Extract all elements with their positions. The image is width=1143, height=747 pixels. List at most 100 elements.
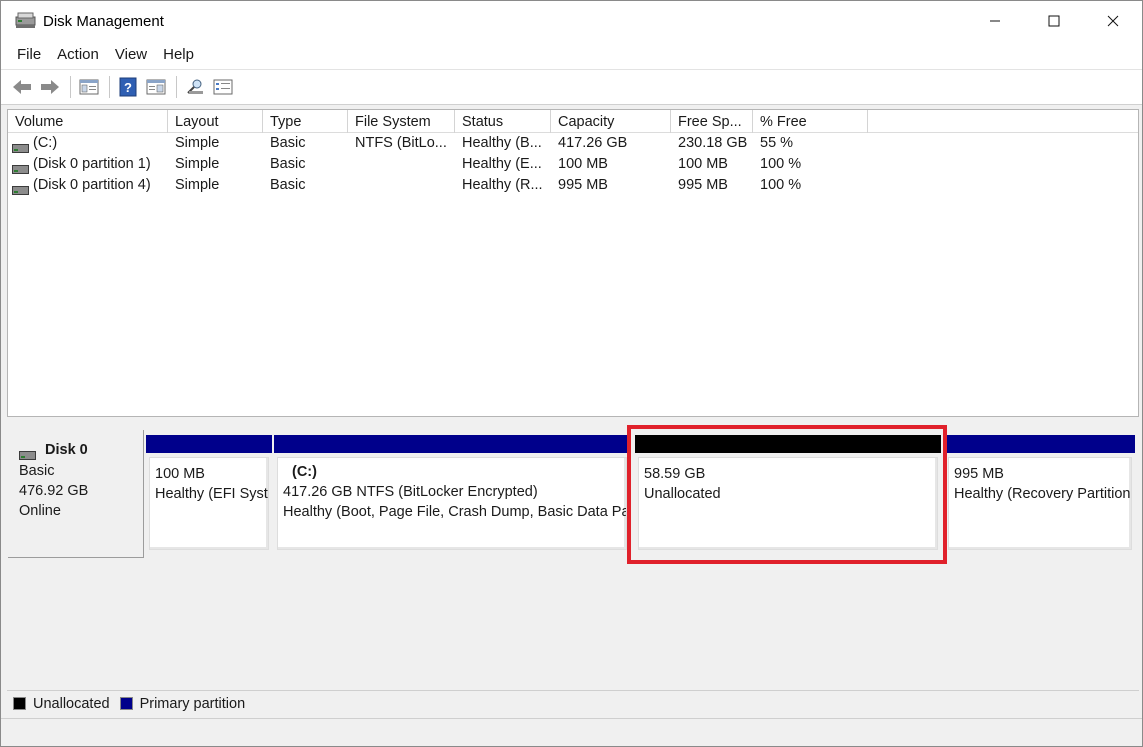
help-button[interactable]: ? bbox=[115, 74, 141, 100]
status-cell: Healthy (R... bbox=[462, 177, 543, 193]
forward-button[interactable] bbox=[37, 74, 63, 100]
percent-free-cell: 100 % bbox=[760, 177, 802, 193]
partition-c[interactable]: (C:) 417.26 GB NTFS (BitLocker Encrypted… bbox=[274, 435, 630, 553]
type-cell: Basic bbox=[270, 156, 306, 172]
file-system-cell bbox=[348, 175, 455, 196]
maximize-button[interactable] bbox=[1024, 1, 1083, 41]
free-space-cell: 100 MB bbox=[678, 156, 728, 172]
partition-primary-bar bbox=[146, 435, 272, 453]
toolbar-separator bbox=[70, 76, 71, 98]
legend: Unallocated Primary partition bbox=[7, 690, 1139, 716]
menu-view[interactable]: View bbox=[107, 41, 155, 69]
legend-label-unallocated: Unallocated bbox=[33, 695, 110, 712]
volume-row[interactable]: (Disk 0 partition 4) Simple Basic Health… bbox=[8, 175, 1138, 196]
partition-primary-bar bbox=[274, 435, 630, 453]
partition-body: (C:) 417.26 GB NTFS (BitLocker Encrypted… bbox=[277, 457, 627, 550]
svg-text:?: ? bbox=[124, 80, 132, 95]
partition-body: 58.59 GB Unallocated bbox=[638, 457, 938, 550]
help-icon: ? bbox=[119, 77, 137, 97]
menu-action[interactable]: Action bbox=[49, 41, 107, 69]
layout-cell: Simple bbox=[175, 135, 220, 151]
layout-cell: Simple bbox=[175, 177, 220, 193]
rescan-disks-button[interactable] bbox=[182, 74, 208, 100]
properties-button[interactable] bbox=[143, 74, 169, 100]
type-cell: Basic bbox=[270, 177, 306, 193]
column-header-file-system[interactable]: File System bbox=[348, 110, 455, 133]
menu-file[interactable]: File bbox=[9, 41, 49, 69]
free-space-cell: 230.18 GB bbox=[678, 135, 748, 151]
menu-bar: File Action View Help bbox=[1, 41, 1142, 69]
disk-0-label[interactable]: Disk 0 Basic 476.92 GB Online bbox=[8, 430, 144, 558]
rescan-icon bbox=[187, 79, 203, 94]
volume-cell: (Disk 0 partition 4) bbox=[8, 175, 168, 196]
capacity-cell: 995 MB bbox=[558, 177, 608, 193]
column-header-percent-free[interactable]: % Free bbox=[753, 110, 868, 133]
column-header-layout[interactable]: Layout bbox=[168, 110, 263, 133]
file-system-cell bbox=[348, 154, 455, 175]
pane-splitter[interactable] bbox=[1, 417, 1142, 425]
partition-status: Healthy (EFI Syst bbox=[155, 486, 268, 502]
status-bar bbox=[1, 718, 1142, 746]
partition-size: 100 MB bbox=[155, 466, 205, 482]
volume-list-header: Volume Layout Type File System Status Ca… bbox=[8, 110, 1138, 133]
drive-icon bbox=[12, 139, 29, 153]
partition-size: 417.26 GB NTFS (BitLocker Encrypted) bbox=[283, 484, 538, 500]
properties-icon bbox=[146, 79, 166, 95]
disk-name-row: Disk 0 bbox=[19, 440, 143, 460]
column-header-free-space[interactable]: Free Sp... bbox=[671, 110, 753, 133]
legend-swatch-primary bbox=[119, 697, 133, 710]
disk-state: Online bbox=[19, 503, 61, 519]
volume-name: (Disk 0 partition 1) bbox=[33, 156, 151, 172]
partition-status: Healthy (Boot, Page File, Crash Dump, Ba… bbox=[283, 504, 627, 520]
disk-type: Basic bbox=[19, 463, 55, 479]
toolbar-separator bbox=[176, 76, 177, 98]
partition-name: (C:) bbox=[292, 464, 317, 480]
volume-row[interactable]: (Disk 0 partition 1) Simple Basic Health… bbox=[8, 154, 1138, 175]
title-bar: Disk Management bbox=[1, 1, 1142, 41]
partition-status: Unallocated bbox=[644, 486, 721, 502]
capacity-cell: 417.26 GB bbox=[558, 135, 628, 151]
partition-size: 58.59 GB bbox=[644, 466, 706, 482]
menu-help[interactable]: Help bbox=[155, 41, 202, 69]
partition-recovery[interactable]: 995 MB Healthy (Recovery Partition bbox=[945, 435, 1135, 553]
drive-icon bbox=[12, 181, 29, 195]
window-title: Disk Management bbox=[43, 12, 164, 30]
volume-cell: (Disk 0 partition 1) bbox=[8, 154, 168, 175]
settings-icon bbox=[213, 79, 233, 95]
free-space-cell: 995 MB bbox=[678, 177, 728, 193]
window-controls bbox=[965, 1, 1142, 41]
drive-icon bbox=[12, 160, 29, 174]
disk-management-window: Disk Management File Action View Help ? … bbox=[0, 0, 1143, 747]
column-header-status[interactable]: Status bbox=[455, 110, 551, 133]
file-system-cell: NTFS (BitLo... bbox=[355, 135, 447, 151]
status-cell: Healthy (B... bbox=[462, 135, 542, 151]
show-hide-console-tree-button[interactable] bbox=[76, 74, 102, 100]
close-button[interactable] bbox=[1083, 1, 1142, 41]
console-tree-icon bbox=[79, 79, 99, 95]
partition-efi[interactable]: 100 MB Healthy (EFI Syst bbox=[146, 435, 272, 553]
volume-name: (C:) bbox=[33, 135, 58, 151]
column-header-volume[interactable]: Volume bbox=[8, 110, 168, 133]
type-cell: Basic bbox=[270, 135, 306, 151]
settings-button[interactable] bbox=[210, 74, 236, 100]
disk-icon bbox=[19, 446, 36, 460]
volume-row[interactable]: (C:) Simple Basic NTFS (BitLo... Healthy… bbox=[8, 133, 1138, 154]
volume-list[interactable]: Volume Layout Type File System Status Ca… bbox=[7, 109, 1139, 417]
partition-unallocated[interactable]: 58.59 GB Unallocated bbox=[635, 435, 941, 553]
disk-size: 476.92 GB bbox=[19, 483, 89, 499]
back-button[interactable] bbox=[9, 74, 35, 100]
percent-free-cell: 100 % bbox=[760, 156, 802, 172]
disk-map: Disk 0 Basic 476.92 GB Online 100 MB Hea… bbox=[7, 425, 1139, 690]
legend-swatch-unallocated bbox=[13, 697, 26, 710]
volume-cell: (C:) bbox=[8, 133, 168, 154]
partition-size: 995 MB bbox=[954, 466, 1004, 482]
column-header-capacity[interactable]: Capacity bbox=[551, 110, 671, 133]
partition-body: 100 MB Healthy (EFI Syst bbox=[149, 457, 269, 550]
minimize-button[interactable] bbox=[965, 1, 1024, 41]
volume-name: (Disk 0 partition 4) bbox=[33, 177, 151, 193]
column-header-type[interactable]: Type bbox=[263, 110, 348, 133]
toolbar: ? bbox=[1, 69, 1142, 105]
forward-arrow-icon bbox=[41, 80, 59, 94]
capacity-cell: 100 MB bbox=[558, 156, 608, 172]
partition-status: Healthy (Recovery Partition bbox=[954, 486, 1131, 502]
